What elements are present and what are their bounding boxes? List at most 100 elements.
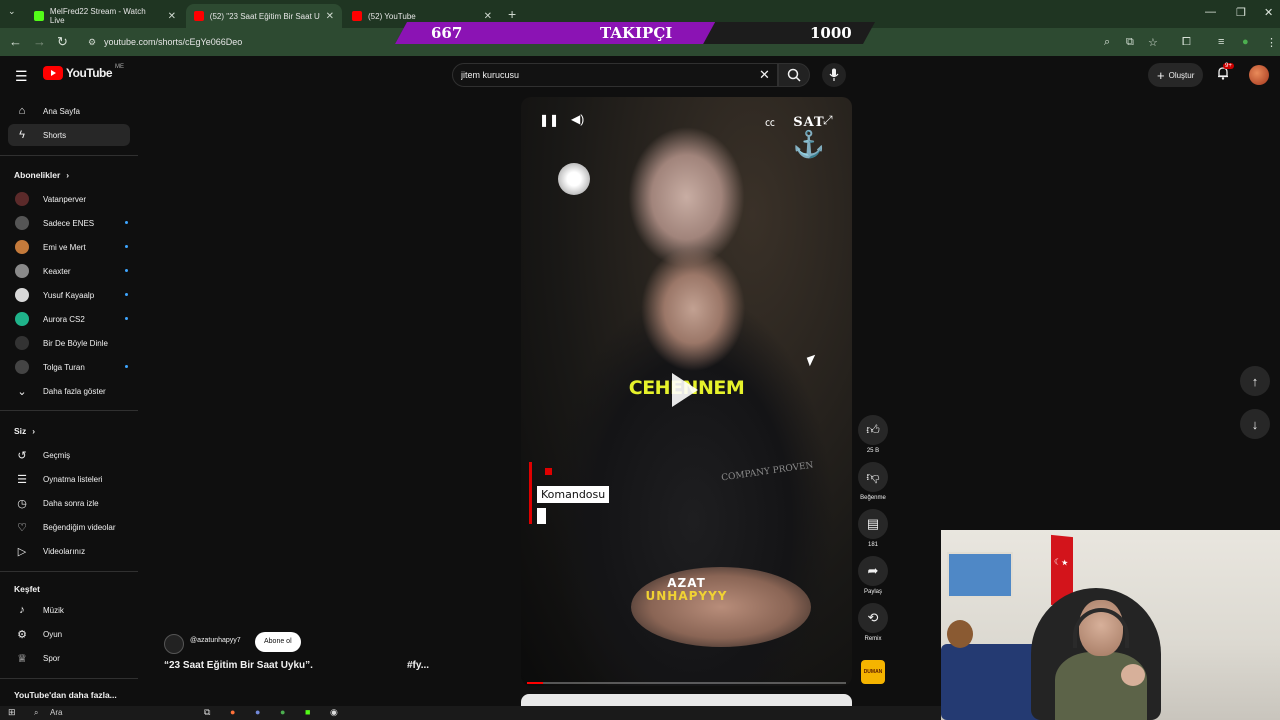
remix-button[interactable]: ⟲ Remix [858,603,888,642]
create-button[interactable]: + Oluştur [1148,63,1204,87]
tab-current-short[interactable]: (52) "23 Saat Eğitim Bir Saat Uy ✕ [186,4,342,28]
channel-name[interactable]: @azatunhapyy7 [190,637,241,644]
discord-icon[interactable]: ● [255,707,260,717]
next-short-button[interactable]: ↓ [1240,409,1270,439]
firefox-icon[interactable]: ● [230,707,235,717]
obs-icon[interactable]: ◉ [330,707,338,718]
profile-icon[interactable]: ● [1242,36,1249,48]
browser-menu-icon[interactable]: ⋮ [1266,36,1277,49]
voice-search-button[interactable] [822,63,846,87]
share-arrow-icon: ➦ [858,556,888,586]
media-control-icon[interactable]: ≡ [1218,36,1224,48]
sidebar-item-gaming[interactable]: ⚙ Oyun [8,623,130,645]
url-text: youtube.com/shorts/cEgYe066Deo [104,37,243,47]
follower-goal-overlay: 667 TAKIPÇI 1000 [395,22,875,44]
live-indicator-dot [125,245,128,248]
site-info-icon[interactable]: ⚙ [88,32,96,52]
sidebar-item-label: Videolarınız [43,546,86,556]
account-avatar[interactable] [1249,65,1269,85]
sidebar-divider [0,571,138,572]
dislike-button[interactable]: 👎︎ Beğenme [858,462,888,501]
clear-search-icon[interactable]: ✕ [759,67,770,83]
subscriptions-heading[interactable]: Abonelikler › [14,170,69,180]
maximize-icon[interactable]: ❐ [1236,6,1246,19]
sidebar-show-more[interactable]: ⌄ Daha fazla göster [8,380,130,402]
subscription-item[interactable]: Aurora CS2 [8,308,130,330]
volume-icon[interactable]: ◀) [571,112,584,126]
share-button[interactable]: ➦ Paylaş [858,556,888,595]
sidebar-item-music[interactable]: ♪ Müzik [8,599,130,621]
subscription-item[interactable]: Emi ve Mert [8,236,130,258]
subscribe-button[interactable]: Abone ol [255,632,301,652]
back-icon[interactable]: ← [9,34,22,49]
explore-heading: Keşfet [14,584,40,594]
channel-avatar [15,312,29,326]
install-app-icon[interactable]: ⧉ [1126,36,1134,49]
search-box: ✕ [452,63,778,87]
tab-list-icon[interactable]: ⌄ [8,6,16,17]
subscription-item[interactable]: Keaxter [8,260,130,282]
short-video-player[interactable]: ❚❚ ◀) ㏄ ⤢ SAT ⚓ CEHENNEM Komandosu COMPA… [521,97,852,686]
minimize-icon[interactable]: — [1205,6,1216,18]
sidebar-item-your-videos[interactable]: ▷ Videolarınız [8,540,130,562]
sidebar-item-watch-later[interactable]: ◷ Daha sonra izle [8,492,130,514]
subscription-name: Yusuf Kayaalp [43,290,95,300]
previous-short-button[interactable]: ↑ [1240,366,1270,396]
video-progress-bar[interactable] [527,682,846,684]
bookmark-star-icon[interactable]: ☆ [1148,36,1158,49]
close-window-icon[interactable]: ✕ [1264,6,1273,19]
comments-button[interactable]: ▤ 181 [858,509,888,548]
app-icon[interactable]: ■ [305,707,310,717]
search-input[interactable] [461,67,751,83]
close-tab-icon[interactable]: ✕ [168,11,176,22]
follower-goal: 1000 [810,24,852,42]
live-indicator-dot [125,365,128,368]
os-taskbar: ⊞ ⌕ Ara ⧉ ● ● ● ■ ◉ [0,706,941,720]
captions-icon[interactable]: ㏄ [765,114,775,129]
subscription-item[interactable]: Tolga Turan [8,356,130,378]
you-heading[interactable]: Siz › [14,426,35,436]
subscription-item[interactable]: Bir De Böyle Dinle [8,332,130,354]
extensions-icon[interactable]: ⧠ [1182,36,1191,49]
like-count: 25 B [866,448,880,454]
reload-icon[interactable]: ↻ [57,34,68,50]
notifications-button[interactable]: 9+ [1216,63,1234,85]
sidebar-item-label: Spor [43,653,60,663]
taskbar-search[interactable]: ⌕ Ara [30,707,190,719]
subscription-item[interactable]: Yusuf Kayaalp [8,284,130,306]
sidebar-item-history[interactable]: ↺ Geçmiş [8,444,130,466]
subscription-item[interactable]: Sadece ENES [8,212,130,234]
live-indicator-dot [125,293,128,296]
sidebar-item-sports[interactable]: ♕ Spor [8,647,130,669]
hamburger-menu-icon[interactable]: ☰ [15,68,28,85]
sidebar-item-liked-videos[interactable]: ♡ Beğendiğim videolar [8,516,130,538]
close-tab-icon[interactable]: ✕ [326,11,334,22]
play-overlay-icon[interactable] [672,373,698,407]
sidebar-item-shorts[interactable]: ϟ Shorts [8,124,130,146]
new-tab-button[interactable]: + [508,6,516,22]
background-lamp [558,163,590,195]
tab-melfred-stream[interactable]: MelFred22 Stream - Watch Live ✕ [26,4,184,28]
sidebar-item-playlists[interactable]: ☰ Oynatma listeleri [8,468,130,490]
like-button[interactable]: 👍︎ 25 B [858,415,888,454]
start-icon[interactable]: ⊞ [8,707,16,718]
sound-album-thumbnail[interactable]: DUMAN [861,660,885,684]
search-button[interactable] [778,63,810,87]
forward-icon[interactable]: → [33,34,46,49]
playlist-icon: ☰ [17,473,27,486]
channel-avatar[interactable] [164,634,184,654]
zoom-icon[interactable]: ⌕ [1104,36,1110,49]
comment-icon: ▤ [858,509,888,539]
youtube-logo[interactable]: YouTube ME [43,64,124,80]
next-short-preview[interactable] [521,694,852,706]
sidebar-item-home[interactable]: ⌂ Ana Sayfa [8,100,130,122]
close-tab-icon[interactable]: ✕ [484,11,492,22]
channel-avatar [15,360,29,374]
channel-avatar [15,192,29,206]
pause-icon[interactable]: ❚❚ [539,113,559,127]
short-hashtag[interactable]: #fy... [407,660,429,671]
subscription-item[interactable]: Vatanperver [8,188,130,210]
task-view-icon[interactable]: ⧉ [204,707,210,718]
plus-icon: + [1157,67,1165,83]
chrome-icon[interactable]: ● [280,707,285,717]
